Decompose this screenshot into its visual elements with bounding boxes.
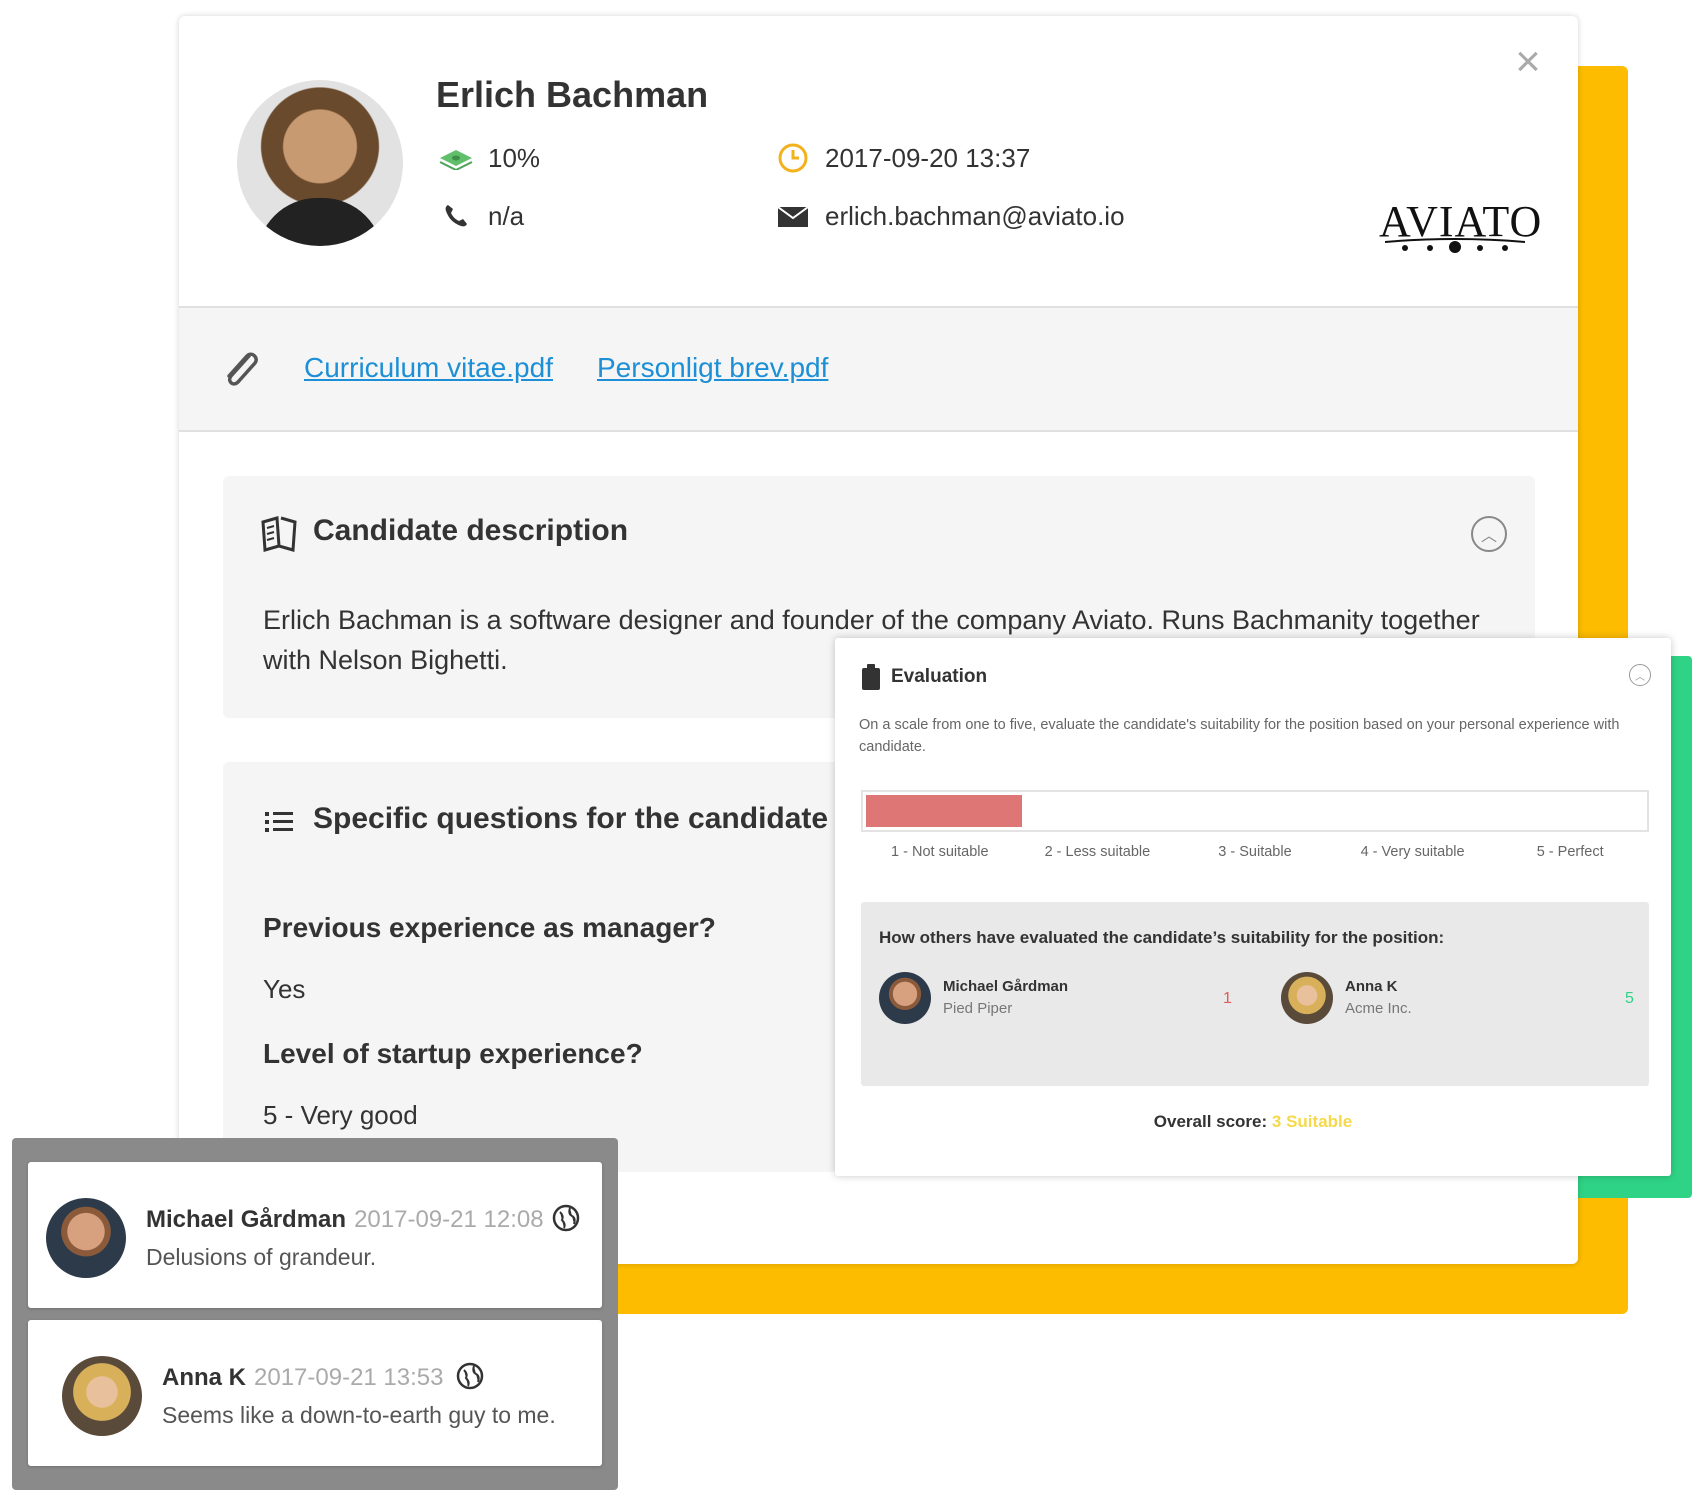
candidate-avatar bbox=[237, 80, 403, 246]
overall-label: Overall score: bbox=[1153, 1112, 1268, 1131]
email-value[interactable]: erlich.bachman@aviato.io bbox=[825, 201, 1125, 232]
rating-option[interactable]: 4 - Very suitable bbox=[1334, 844, 1492, 860]
comment-timestamp: 2017-09-21 12:08 bbox=[354, 1206, 544, 1233]
evaluator-company: Acme Inc. bbox=[1345, 1000, 1412, 1017]
email-row: erlich.bachman@aviato.io bbox=[773, 200, 1125, 232]
comment-timestamp: 2017-09-21 13:53 bbox=[254, 1364, 444, 1391]
avatar bbox=[1281, 972, 1333, 1024]
avatar bbox=[62, 1356, 142, 1436]
comment-author-name: Michael Gårdman bbox=[146, 1206, 347, 1233]
overall-value: 3 Suitable bbox=[1271, 1112, 1353, 1131]
avatar bbox=[46, 1198, 126, 1278]
mail-icon bbox=[773, 200, 813, 232]
rating-bar[interactable] bbox=[861, 790, 1649, 832]
phone-icon bbox=[436, 200, 476, 232]
evaluation-title: Evaluation bbox=[891, 666, 988, 687]
evaluation-description: On a scale from one to five, evaluate th… bbox=[859, 717, 1620, 755]
comments-panel: Michael Gårdman 2017-09-21 12:08 Delusion… bbox=[12, 1138, 618, 1490]
datetime-row: 2017-09-20 13:37 bbox=[773, 142, 1030, 174]
comment-author-name: Anna K bbox=[162, 1364, 246, 1391]
rating-option[interactable]: 1 - Not suitable bbox=[861, 844, 1019, 860]
percentage-row: 10% bbox=[436, 142, 540, 174]
letter-file-link[interactable]: Personligt brev.pdf bbox=[597, 352, 828, 384]
rating-option[interactable]: 3 - Suitable bbox=[1176, 844, 1334, 860]
question-label: Level of startup experience? bbox=[263, 1038, 643, 1069]
questions-title: Specific questions for the candidate bbox=[313, 802, 829, 835]
comment-text: Delusions of grandeur. bbox=[146, 1244, 377, 1270]
comment-author: Michael Gårdman 2017-09-21 12:08 bbox=[146, 1206, 544, 1234]
description-title: Candidate description bbox=[313, 514, 629, 547]
rating-option[interactable]: 5 - Perfect bbox=[1491, 844, 1649, 860]
rating-fill bbox=[866, 795, 1022, 827]
clock-icon bbox=[773, 142, 813, 174]
chevron-up-icon[interactable]: ︿ bbox=[1629, 664, 1651, 686]
question-answer: 5 - Very good bbox=[263, 1100, 418, 1130]
money-icon bbox=[436, 142, 476, 174]
phone-row: n/a bbox=[436, 200, 524, 232]
logo-plane-graphic bbox=[1385, 238, 1525, 253]
other-evaluation: Michael Gårdman Pied Piper 1 bbox=[879, 972, 1239, 1026]
comment-author: Anna K 2017-09-21 13:53 bbox=[162, 1364, 444, 1392]
others-title: How others have evaluated the candidate’… bbox=[879, 928, 1445, 947]
cv-file-link[interactable]: Curriculum vitae.pdf bbox=[304, 352, 553, 384]
avatar bbox=[879, 972, 931, 1024]
chevron-up-icon[interactable]: ︿ bbox=[1471, 516, 1507, 552]
comment-text: Seems like a down-to-earth guy to me. bbox=[162, 1402, 556, 1428]
other-evaluation: Anna K Acme Inc. 5 bbox=[1281, 972, 1641, 1026]
question-answer: Yes bbox=[263, 974, 306, 1004]
paperclip-icon bbox=[227, 352, 258, 386]
phone-value: n/a bbox=[488, 200, 525, 231]
evaluator-company: Pied Piper bbox=[943, 1000, 1013, 1017]
attachments-bar: Curriculum vitae.pdf Personligt brev.pdf bbox=[179, 306, 1578, 432]
globe-icon[interactable] bbox=[552, 1204, 580, 1232]
evaluator-name: Anna K bbox=[1345, 978, 1398, 995]
evaluator-score: 5 bbox=[1625, 990, 1634, 1007]
evaluation-card: Evaluation ︿ On a scale from one to five… bbox=[835, 638, 1671, 1176]
globe-icon[interactable] bbox=[456, 1362, 484, 1390]
close-icon[interactable]: × bbox=[1508, 40, 1548, 84]
comment: Michael Gårdman 2017-09-21 12:08 Delusion… bbox=[28, 1162, 602, 1308]
candidate-name: Erlich Bachman bbox=[436, 74, 709, 115]
percentage-value: 10% bbox=[488, 142, 541, 173]
evaluator-name: Michael Gårdman bbox=[943, 978, 1069, 995]
overall-score: Overall score: 3 Suitable bbox=[835, 1112, 1671, 1132]
comment: Anna K 2017-09-21 13:53 Seems like a down… bbox=[28, 1320, 602, 1466]
datetime-value: 2017-09-20 13:37 bbox=[825, 142, 1031, 173]
book-icon bbox=[261, 516, 297, 552]
rating-option[interactable]: 2 - Less suitable bbox=[1019, 844, 1177, 860]
list-icon bbox=[265, 812, 293, 832]
others-evaluations: How others have evaluated the candidate’… bbox=[861, 902, 1649, 1086]
rating-labels: 1 - Not suitable 2 - Less suitable 3 - S… bbox=[861, 844, 1649, 860]
clipboard-icon bbox=[862, 664, 880, 690]
evaluator-score: 1 bbox=[1223, 990, 1232, 1007]
question-label: Previous experience as manager? bbox=[263, 912, 716, 943]
